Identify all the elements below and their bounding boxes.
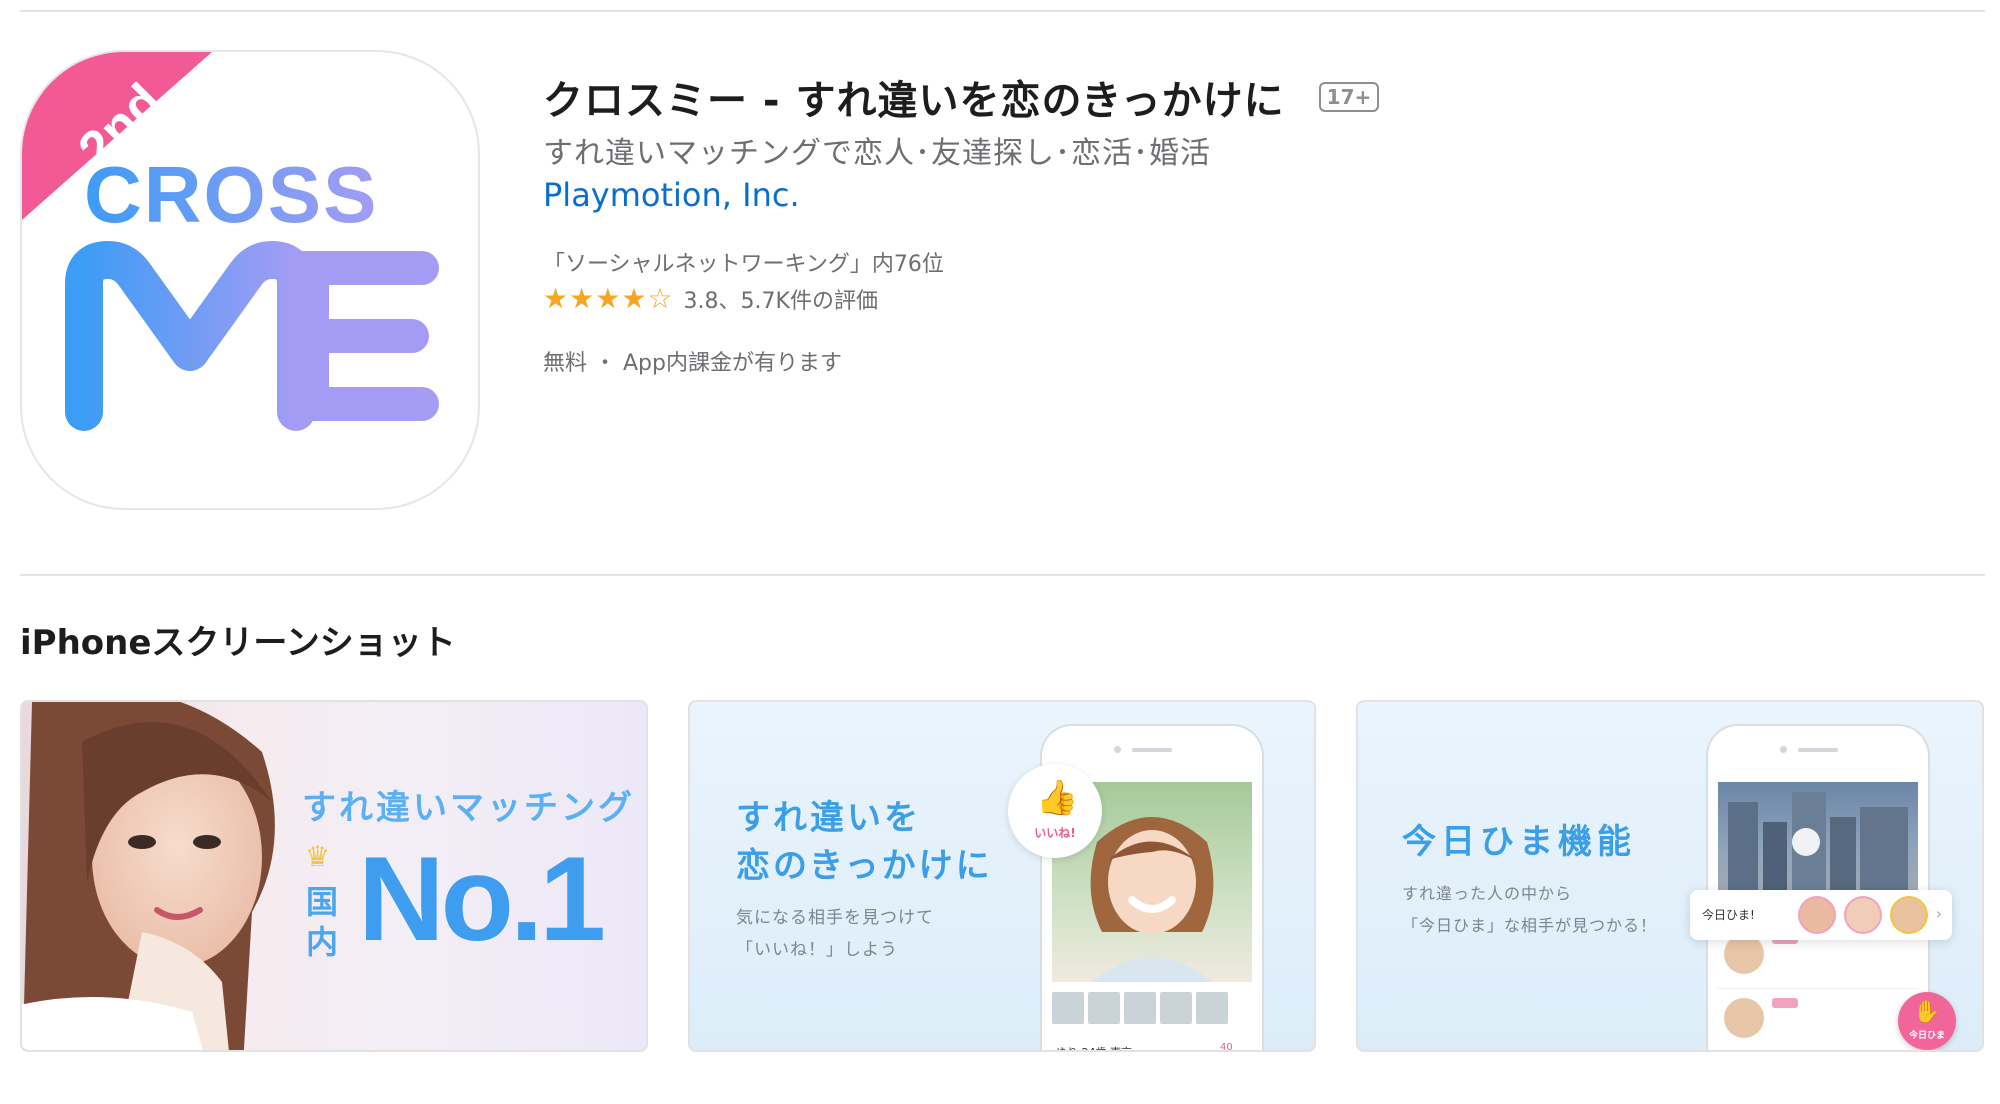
screenshot-2[interactable]: すれ違いを 恋のきっかけに 気になる相手を見つけて 「いいね！」しよう 40 👍… [688,700,1316,1052]
thumbnail[interactable] [1124,992,1156,1024]
star-rating: ★ ★ ★ ★ ☆ [543,284,674,314]
shot2-headline-line1: すれ違いを [736,798,921,838]
avatar[interactable] [1800,898,1834,932]
status-badge [1772,998,1798,1008]
fab-label: 今日ひま [1908,1031,1945,1041]
wordmark-e-shape [295,251,439,421]
cross-me-logo: 2nd CROSS [22,52,439,431]
age-rating-badge: 17+ [1318,82,1380,112]
wordmark-m-shape [65,241,315,431]
phone-speaker [1132,748,1172,752]
phone-speaker [1798,748,1838,752]
developer-link[interactable]: Playmotion, Inc. [543,176,800,214]
shot2-headline: すれ違いを 恋のきっかけに [736,794,993,890]
avatar [1724,998,1764,1038]
shot2-subtext: 気になる相手を見つけて 「いいね！」しよう [736,902,934,966]
chevron-right-icon[interactable]: › [1936,904,1942,923]
like-bubble: 👍 いいね! [1008,764,1102,858]
app-icon: 2nd CROSS [20,50,480,510]
star-full-icon: ★ [595,282,621,315]
thumbnail[interactable] [1088,992,1120,1024]
rating-row: ★ ★ ★ ★ ☆ 3.8、5.7K件の評価 [543,283,878,315]
shot1-headline: すれ違いマッチング [302,788,635,828]
category-ranking: 「ソーシャルネットワーキング」内76位 [543,252,944,277]
like-count: 40 [1220,1042,1233,1052]
shot2-sub-line2: 「いいね！」しよう [736,940,898,960]
app-title: クロスミー - すれ違いを恋のきっかけに [543,78,1285,124]
phone-camera [1114,746,1121,753]
star-full-icon: ★ [621,282,647,315]
price-info: 無料 ・ App内課金が有ります [543,351,842,376]
star-full-icon: ★ [569,282,595,315]
shot3-sub-line2: 「今日ひま」な相手が見つかる！ [1402,916,1658,935]
avatar [1724,934,1764,974]
phone-camera [1780,746,1787,753]
top-divider [20,10,1985,12]
shot3-headline: 今日ひま機能 [1402,822,1636,862]
wordmark-cross: CROSS [84,150,379,239]
avatar[interactable] [1846,898,1880,932]
crown-icon: ♛ [305,840,331,873]
thumbnail[interactable] [1160,992,1192,1024]
today-free-fab[interactable]: ✋ 今日ひま [1898,992,1956,1050]
star-full-icon: ★ [543,282,569,315]
shot3-subtext: すれ違った人の中から 「今日ひま」な相手が見つかる！ [1402,878,1657,942]
woman-photo [22,702,275,1050]
thumbs-up-icon: 👍 [1036,778,1079,818]
app-store-page: 2nd CROSS クロスミー - すれ違いを恋のきっかけに 17+ すれ違いマ… [0,0,2000,1104]
screenshot-3[interactable]: 今日ひま機能 すれ違った人の中から 「今日ひま」な相手が見つかる！ 今日ひま! … [1356,700,1984,1052]
wave-hand-icon: ✋ [1913,1000,1941,1025]
shot1-domestic-label: 国内 [305,883,338,961]
shot2-headline-line2: 恋のきっかけに [736,846,993,886]
shot2-sub-line1: 気になる相手を見つけて [736,908,934,928]
star-empty-icon: ☆ [647,282,673,315]
city-photo [1728,792,1908,892]
list-item[interactable] [1718,990,1918,1050]
today-free-label: 今日ひま! [1702,908,1755,922]
screenshots-heading: iPhoneスクリーンショット [20,623,456,663]
photo-thumbnails [1052,992,1228,1024]
rating-text: 3.8、5.7K件の評価 [683,289,878,314]
map-screen [1718,782,1918,892]
section-divider [20,574,1985,576]
app-subtitle: すれ違いマッチングで恋人･友達探し･恋活･婚活 [543,136,1211,171]
avatar[interactable] [1892,898,1926,932]
title-row: クロスミー - すれ違いを恋のきっかけに 17+ [543,68,1380,126]
profile-name: ゆり 24歳 東京 [1056,1044,1132,1050]
screenshot-1[interactable]: すれ違いマッチング ♛ 国内 No.1 [20,700,648,1052]
shot1-no1-text: No.1 [358,832,606,966]
phone-mockup [1708,726,1928,1050]
like-label: いいね! [1034,826,1076,840]
today-free-card[interactable]: 今日ひま! › [1690,890,1952,940]
thumbnail[interactable] [1196,992,1228,1024]
thumbnail[interactable] [1052,992,1084,1024]
shot3-sub-line1: すれ違った人の中から [1402,884,1573,903]
